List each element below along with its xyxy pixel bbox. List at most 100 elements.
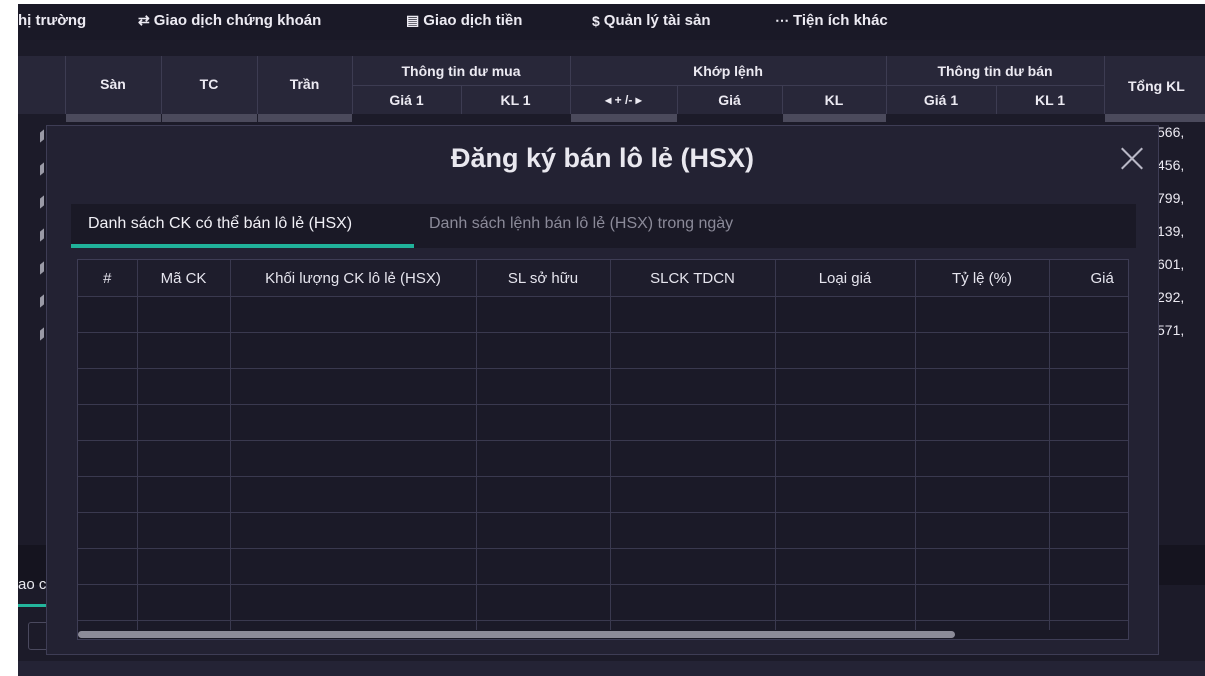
table-cell [476, 440, 611, 477]
close-icon[interactable] [1120, 146, 1144, 170]
row-marker [40, 129, 44, 143]
table-cell [78, 512, 138, 549]
col-slck-tdcn[interactable]: SLCK TDCN [610, 260, 776, 297]
table-cell [137, 332, 231, 369]
col-price[interactable]: Giá [1049, 260, 1128, 297]
tab-odd-lot-orders-today[interactable]: Danh sách lệnh bán lô lẻ (HSX) trong ngà… [429, 204, 733, 248]
table-cell [610, 404, 776, 441]
table-cell [775, 332, 916, 369]
table-cell [610, 368, 776, 405]
table-cell [78, 404, 138, 441]
col-owned-qty[interactable]: SL sở hữu [476, 260, 611, 297]
table-cell [1049, 404, 1128, 441]
table-cell [78, 548, 138, 585]
table-cell [137, 584, 231, 621]
table-cell [1049, 332, 1128, 369]
col-price-type[interactable]: Loại giá [775, 260, 916, 297]
nav-market-label: hị trường [18, 12, 87, 29]
table-cell [915, 404, 1050, 441]
table-cell [915, 476, 1050, 513]
lower-tab-label[interactable]: ao c [18, 576, 46, 593]
table-row [78, 440, 1128, 477]
table-cell [137, 548, 231, 585]
table-cell [915, 548, 1050, 585]
tab-odd-lot-list[interactable]: Danh sách CK có thể bán lô lẻ (HSX) [88, 204, 352, 248]
table-cell [610, 512, 776, 549]
col-san: Sàn [100, 76, 126, 92]
horizontal-scrollbar[interactable] [78, 630, 1128, 639]
table-cell [476, 368, 611, 405]
col-match-change[interactable]: ◂ + /- ▸ [570, 93, 677, 107]
nav-more-utilities[interactable]: ⋯ Tiện ích khác [775, 12, 888, 29]
table-cell [230, 440, 477, 477]
dialog-title: Đăng ký bán lô lẻ (HSX) [450, 143, 755, 173]
table-cell [230, 368, 477, 405]
row-marker [40, 327, 44, 341]
top-navigation: hị trường ⇄ Giao dịch chứng khoán ▤ Giao… [18, 4, 1205, 40]
col-ratio[interactable]: Tỷ lệ (%) [915, 260, 1050, 297]
table-cell [775, 296, 916, 333]
table-cell [476, 332, 611, 369]
table-cell [230, 332, 477, 369]
table-cell [476, 512, 611, 549]
col-index[interactable]: # [78, 260, 138, 297]
table-cell [476, 584, 611, 621]
scrollbar-thumb[interactable] [78, 631, 955, 638]
table-cell [137, 404, 231, 441]
table-row [78, 512, 1128, 549]
odd-lot-table: # Mã CK Khối lượng CK lô lẻ (HSX) SL sở … [78, 260, 1128, 639]
table-cell [610, 296, 776, 333]
nav-securities-trading-label: Giao dịch chứng khoán [153, 12, 322, 29]
table-cell [775, 476, 916, 513]
total-value: 601, [1157, 256, 1185, 272]
nav-market[interactable]: hị trường [18, 12, 86, 29]
table-cell [775, 368, 916, 405]
table-row [78, 548, 1128, 585]
col-symbol[interactable]: Mã CK [137, 260, 231, 297]
table-cell [78, 296, 138, 333]
col-odd-lot-volume[interactable]: Khối lượng CK lô lẻ (HSX) [230, 260, 477, 297]
total-value: 456, [1157, 157, 1185, 173]
odd-lot-sell-dialog: Đăng ký bán lô lẻ (HSX) Danh sách CK có … [46, 125, 1159, 655]
table-cell [610, 548, 776, 585]
card-icon: ▤ [406, 12, 420, 28]
table-cell [1049, 548, 1128, 585]
swap-arrows-icon: ⇄ [138, 12, 150, 28]
table-cell [610, 584, 776, 621]
table-cell [1049, 296, 1128, 333]
table-row [78, 404, 1128, 441]
nav-more-utilities-label: Tiện ích khác [793, 12, 888, 29]
table-row [78, 332, 1128, 369]
nav-cash-trading-label: Giao dịch tiền [423, 12, 523, 29]
table-header-row: # Mã CK Khối lượng CK lô lẻ (HSX) SL sở … [78, 260, 1128, 297]
table-cell [78, 440, 138, 477]
nav-asset-management[interactable]: $ Quản lý tài sản [592, 12, 711, 29]
nav-asset-management-label: Quản lý tài sản [603, 12, 711, 29]
col-tran: Trần [289, 76, 320, 92]
table-cell [137, 512, 231, 549]
table-cell [915, 512, 1050, 549]
table-cell [610, 332, 776, 369]
col-match-price: Giá [718, 92, 741, 108]
table-cell [137, 368, 231, 405]
nav-securities-trading[interactable]: ⇄ Giao dịch chứng khoán [138, 12, 321, 29]
price-board-header: Sàn TC Trần Thông tin dư mua Giá 1 KL 1 … [18, 56, 1205, 114]
total-value: 566, [1157, 124, 1185, 140]
table-row [78, 368, 1128, 405]
nav-cash-trading[interactable]: ▤ Giao dịch tiền [406, 12, 522, 29]
table-body [78, 296, 1128, 639]
table-row [78, 476, 1128, 513]
col-total: Tổng KL [1128, 78, 1185, 94]
dialog-tabs: Danh sách CK có thể bán lô lẻ (HSX) Danh… [71, 204, 1136, 248]
table-cell [775, 548, 916, 585]
tab-odd-lot-orders-today-label: Danh sách lệnh bán lô lẻ (HSX) trong ngà… [429, 215, 734, 232]
tab-odd-lot-list-label: Danh sách CK có thể bán lô lẻ (HSX) [88, 215, 353, 232]
col-buy-group: Thông tin dư mua [401, 63, 521, 79]
row-marker [40, 162, 44, 176]
table-cell [476, 548, 611, 585]
table-cell [230, 404, 477, 441]
table-row [78, 296, 1128, 333]
row-marker [40, 261, 44, 275]
board-row-strip [18, 114, 1205, 122]
table-cell [476, 476, 611, 513]
